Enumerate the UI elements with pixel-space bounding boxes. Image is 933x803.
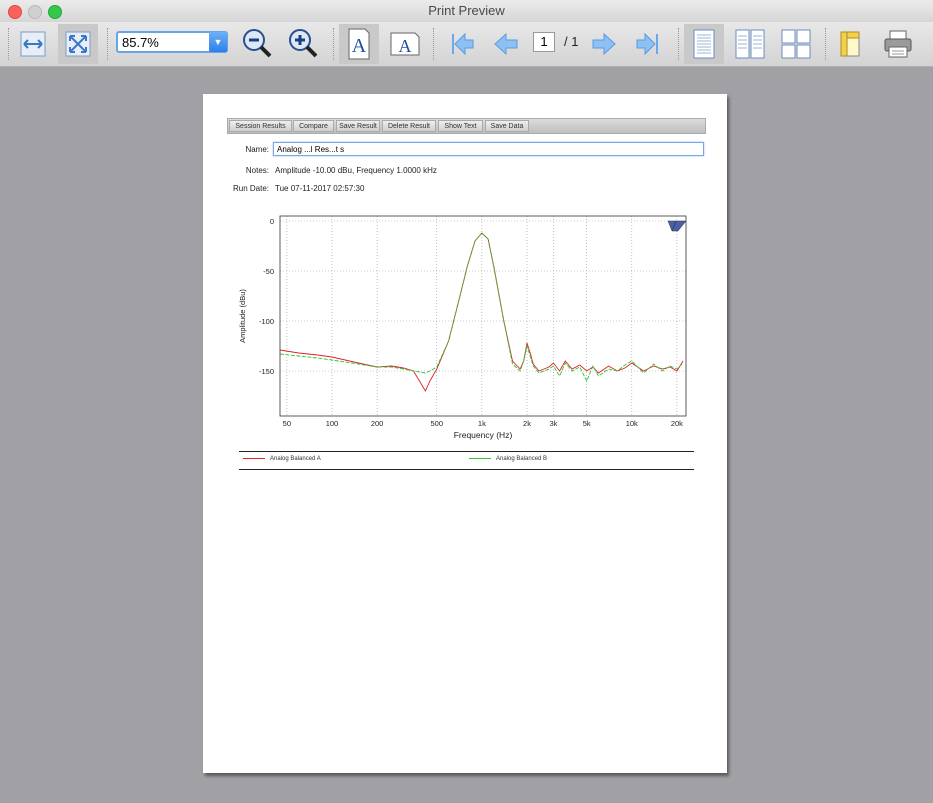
portrait-icon: A xyxy=(348,28,370,60)
name-label: Name: xyxy=(245,145,269,154)
notes-value: Amplitude -10.00 dBu, Frequency 1.0000 k… xyxy=(275,166,437,175)
landscape-button[interactable]: A xyxy=(385,24,425,64)
legend-swatch-b xyxy=(469,457,491,459)
svg-text:A: A xyxy=(352,35,367,57)
x-tick-label: 50 xyxy=(283,419,291,428)
x-tick-label: 200 xyxy=(371,419,384,428)
single-page-icon xyxy=(693,29,715,59)
legend-swatch-a xyxy=(243,457,265,459)
y-tick-label: 0 xyxy=(270,217,274,226)
four-pages-button[interactable] xyxy=(776,24,816,64)
tab-save-result: Save Result xyxy=(336,120,380,132)
zoom-value: 85.7% xyxy=(122,35,159,50)
tab-session-results: Session Results xyxy=(229,120,292,132)
tab-show-text: Show Text xyxy=(438,120,483,132)
page-setup-icon xyxy=(840,31,860,57)
y-tick-label: -150 xyxy=(259,367,274,376)
y-axis-label: Amplitude (dBu) xyxy=(238,289,247,343)
y-tick-label: -100 xyxy=(259,317,274,326)
x-tick-label: 3k xyxy=(549,419,557,428)
next-page-icon xyxy=(592,32,616,56)
first-page-icon xyxy=(452,32,474,56)
x-tick-label: 1k xyxy=(478,419,486,428)
four-pages-icon xyxy=(781,29,811,59)
zoom-out-button[interactable] xyxy=(238,24,278,64)
page-number-input[interactable]: 1 xyxy=(533,32,555,52)
chart-legend: Analog Balanced A Analog Balanced B xyxy=(239,451,694,470)
zoom-in-icon xyxy=(289,29,318,58)
svg-text:A: A xyxy=(399,36,412,56)
previous-page-button[interactable] xyxy=(486,24,526,64)
zoom-out-icon xyxy=(243,29,272,58)
tab-save-data: Save Data xyxy=(485,120,529,132)
legend-label-a: Analog Balanced A xyxy=(270,456,321,462)
legend-label-b: Analog Balanced B xyxy=(496,456,548,462)
fit-page-icon xyxy=(65,31,91,57)
scroll-marker-icon[interactable] xyxy=(667,220,687,232)
facing-pages-icon xyxy=(735,29,765,59)
print-button[interactable] xyxy=(878,24,918,64)
toolbar: 85.7% ▼ A A 1 / 1 xyxy=(0,22,933,67)
frequency-response-chart: 0 -50 -100 -150 50 100 200 500 1k 2k 3k 5k 10k 20k F… xyxy=(238,215,687,440)
notes-label: Notes: xyxy=(245,166,269,175)
portrait-button[interactable]: A xyxy=(339,24,379,64)
x-axis-label: Frequency (Hz) xyxy=(454,430,513,440)
window-title: Print Preview xyxy=(428,3,505,18)
print-icon xyxy=(884,30,912,58)
title-bar: Print Preview xyxy=(0,0,933,23)
page-setup-button[interactable] xyxy=(832,24,872,64)
fit-width-icon xyxy=(20,31,46,57)
print-page: Session Results Compare Save Result Dele… xyxy=(203,94,727,773)
fit-width-button[interactable] xyxy=(13,24,53,64)
run-date-label: Run Date: xyxy=(232,184,269,193)
zoom-in-button[interactable] xyxy=(284,24,324,64)
facing-pages-button[interactable] xyxy=(730,24,770,64)
name-field: Analog ...l Res...t s xyxy=(273,142,704,156)
tab-compare: Compare xyxy=(293,120,334,132)
landscape-icon: A xyxy=(390,32,420,56)
first-page-button[interactable] xyxy=(440,24,480,64)
x-tick-label: 5k xyxy=(583,419,591,428)
legend-item-b: Analog Balanced B xyxy=(469,456,547,462)
x-tick-label: 500 xyxy=(430,419,443,428)
y-tick-label: -50 xyxy=(263,267,274,276)
plot-border xyxy=(279,215,687,417)
legend-item-a: Analog Balanced A xyxy=(243,456,321,462)
previous-page-icon xyxy=(494,32,518,56)
chevron-down-icon[interactable]: ▼ xyxy=(209,32,227,52)
run-date-value: Tue 07-11-2017 02:57:30 xyxy=(275,184,365,193)
x-tick-label: 100 xyxy=(326,419,339,428)
page-tab-bar: Session Results Compare Save Result Dele… xyxy=(227,118,706,134)
zoom-select[interactable]: 85.7% ▼ xyxy=(116,31,228,53)
fit-page-button[interactable] xyxy=(58,24,98,64)
page-total: / 1 xyxy=(564,34,579,49)
x-tick-label: 10k xyxy=(626,419,638,428)
single-page-button[interactable] xyxy=(684,24,724,64)
x-tick-label: 20k xyxy=(671,419,683,428)
tab-delete-result: Delete Result xyxy=(382,120,436,132)
last-page-icon xyxy=(636,32,658,56)
next-page-button[interactable] xyxy=(584,24,624,64)
series-line-a xyxy=(279,232,684,392)
last-page-button[interactable] xyxy=(630,24,670,64)
x-tick-label: 2k xyxy=(523,419,531,428)
